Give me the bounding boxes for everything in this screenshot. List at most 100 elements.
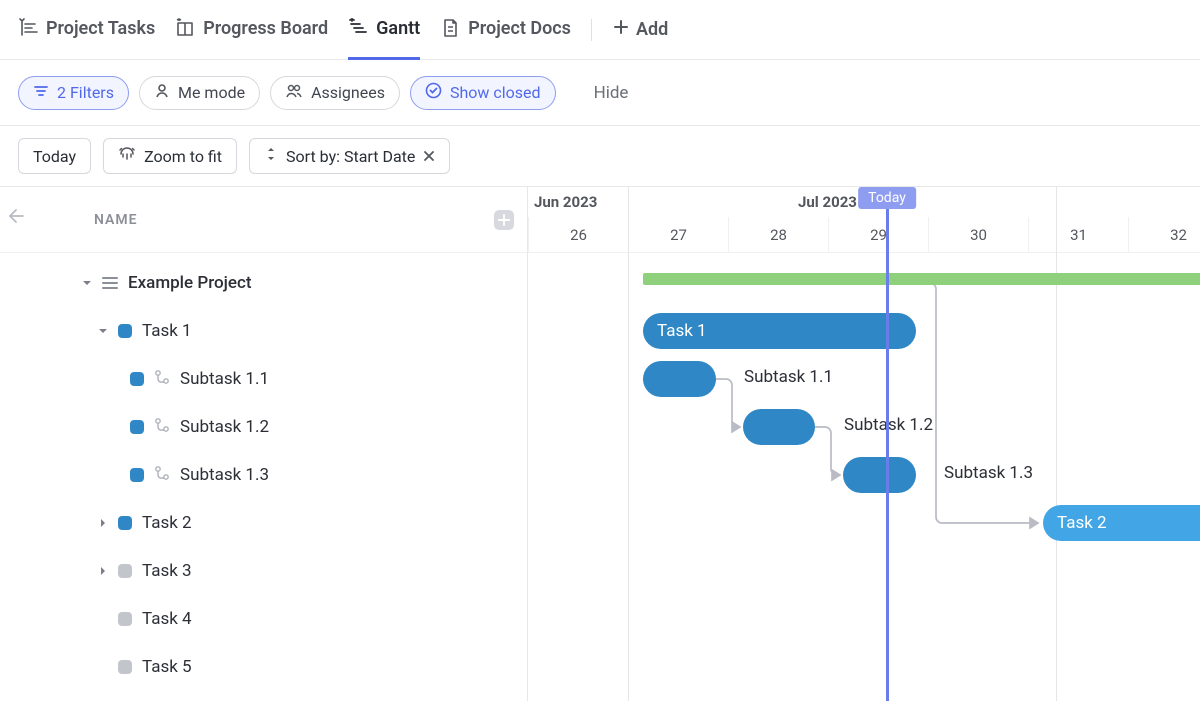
bar-label: Subtask 1.2 <box>844 415 933 435</box>
task-label: Task 1 <box>142 321 192 341</box>
week-cell[interactable]: 27 <box>628 217 728 253</box>
subtask-branch-icon <box>154 465 170 486</box>
bar-label: Subtask 1.3 <box>944 463 1033 483</box>
task-row[interactable]: Task 3 <box>0 547 527 595</box>
project-label: Example Project <box>128 273 252 293</box>
tab-gantt[interactable]: Gantt <box>348 0 420 60</box>
view-tabs: Project Tasks Progress Board Gantt Proje… <box>0 0 1200 60</box>
task-tree-panel: NAME Example Project Task 1 Subtask 1.1 <box>0 187 528 701</box>
zoom-to-fit-button[interactable]: Zoom to fit <box>103 138 237 174</box>
caret-right-icon[interactable] <box>98 518 108 528</box>
show-closed-label: Show closed <box>450 83 541 102</box>
task-label: Subtask 1.1 <box>180 369 269 389</box>
tab-label: Progress Board <box>203 18 328 39</box>
people-icon <box>285 83 303 103</box>
task-row[interactable]: Task 1 <box>0 307 527 355</box>
filters-label: 2 Filters <box>57 83 114 102</box>
task-label: Task 2 <box>142 513 192 533</box>
sort-by-button[interactable]: Sort by: Start Date <box>249 138 450 174</box>
filters-chip[interactable]: 2 Filters <box>18 76 129 110</box>
week-cell[interactable]: 32 <box>1128 217 1200 253</box>
task-row[interactable]: Subtask 1.1 <box>0 355 527 403</box>
task-bar[interactable] <box>743 409 815 445</box>
week-cell[interactable]: 31 <box>1028 217 1128 253</box>
close-icon[interactable] <box>423 147 435 166</box>
task-row[interactable]: Subtask 1.2 <box>0 403 527 451</box>
add-column-button[interactable] <box>493 209 515 235</box>
gantt-icon <box>348 18 368 38</box>
status-square <box>118 324 132 338</box>
task-label: Task 5 <box>142 657 192 677</box>
task-label: Subtask 1.2 <box>180 417 269 437</box>
week-cell[interactable]: 29 <box>828 217 928 253</box>
tab-label: Project Docs <box>468 18 571 39</box>
status-square <box>130 372 144 386</box>
task-bar[interactable] <box>843 457 916 493</box>
today-button[interactable]: Today <box>18 138 91 174</box>
week-cell[interactable]: 26 <box>528 217 628 253</box>
month-label: Jul 2023 <box>798 193 857 211</box>
gantt-chart[interactable]: Jun 2023 Jul 2023 26 27 28 29 30 31 32 T… <box>528 187 1200 701</box>
today-line <box>886 187 889 701</box>
tab-label: Gantt <box>376 18 420 39</box>
status-square <box>118 612 132 626</box>
list-gantt-icon <box>18 18 38 38</box>
person-icon <box>154 83 170 103</box>
zoom-fit-label: Zoom to fit <box>144 147 222 166</box>
tab-project-tasks[interactable]: Project Tasks <box>18 0 155 60</box>
caret-right-icon[interactable] <box>98 566 108 576</box>
add-view-label: Add <box>636 19 668 40</box>
tab-project-docs[interactable]: Project Docs <box>440 0 571 60</box>
gantt-area: NAME Example Project Task 1 Subtask 1.1 <box>0 186 1200 701</box>
task-row[interactable]: Task 5 <box>0 643 527 691</box>
task-row[interactable]: Task 2 <box>0 499 527 547</box>
caret-down-icon[interactable] <box>82 278 92 288</box>
subtask-branch-icon <box>154 417 170 438</box>
zoom-fit-icon <box>118 145 136 167</box>
today-label: Today <box>33 147 76 166</box>
list-icon <box>102 276 118 290</box>
week-cell[interactable]: 28 <box>728 217 828 253</box>
bar-label: Task 2 <box>1057 513 1107 533</box>
tab-divider <box>591 19 592 41</box>
status-square <box>118 660 132 674</box>
status-square <box>130 468 144 482</box>
bar-label: Subtask 1.1 <box>744 367 833 387</box>
add-view-button[interactable]: Add <box>612 18 668 41</box>
task-bar[interactable]: Task 2 <box>1043 505 1200 541</box>
sort-icon <box>264 146 278 166</box>
task-bar[interactable]: Task 1 <box>643 313 916 349</box>
task-tree: Example Project Task 1 Subtask 1.1 Subta… <box>0 253 527 691</box>
name-column-header: NAME <box>94 212 138 228</box>
plus-icon <box>612 18 630 41</box>
filter-icon <box>33 83 49 103</box>
status-square <box>118 564 132 578</box>
task-bar[interactable] <box>643 361 716 397</box>
tab-progress-board[interactable]: Progress Board <box>175 0 328 60</box>
gantt-toolbar: Today Zoom to fit Sort by: Start Date <box>0 126 1200 186</box>
hide-button[interactable]: Hide <box>594 83 629 103</box>
task-row[interactable]: Task 4 <box>0 595 527 643</box>
assignees-label: Assignees <box>311 83 385 102</box>
task-row[interactable]: Subtask 1.3 <box>0 451 527 499</box>
project-row[interactable]: Example Project <box>0 259 527 307</box>
assignees-chip[interactable]: Assignees <box>270 76 400 110</box>
week-cell[interactable]: 30 <box>928 217 1028 253</box>
today-marker[interactable]: Today <box>858 187 916 209</box>
check-circle-icon <box>425 82 442 103</box>
task-tree-header: NAME <box>0 187 527 253</box>
caret-down-icon[interactable] <box>98 326 108 336</box>
task-label: Task 3 <box>142 561 192 581</box>
show-closed-chip[interactable]: Show closed <box>410 76 556 110</box>
me-mode-chip[interactable]: Me mode <box>139 76 260 110</box>
month-label: Jun 2023 <box>534 193 597 211</box>
subtask-branch-icon <box>154 369 170 390</box>
filter-bar: 2 Filters Me mode Assignees Show closed … <box>0 60 1200 126</box>
bar-label: Task 1 <box>657 321 707 341</box>
status-square <box>130 420 144 434</box>
me-mode-label: Me mode <box>178 83 245 102</box>
task-label: Task 4 <box>142 609 192 629</box>
task-label: Subtask 1.3 <box>180 465 269 485</box>
project-summary-bar[interactable] <box>643 273 1200 285</box>
status-square <box>118 516 132 530</box>
